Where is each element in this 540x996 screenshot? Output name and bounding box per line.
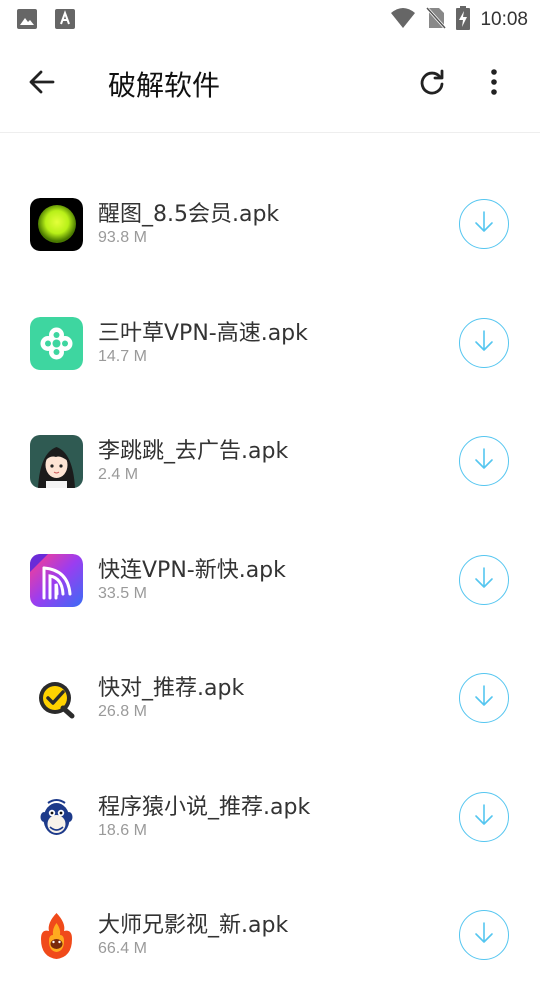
download-button[interactable] bbox=[459, 554, 509, 605]
file-name: 大师兄影视_新.apk bbox=[98, 913, 289, 938]
file-name: 李跳跳_去广告.apk bbox=[98, 439, 289, 464]
download-arrow-icon bbox=[471, 328, 497, 358]
download-button[interactable] bbox=[459, 791, 509, 842]
file-list: 醒图_8.5会员.apk 93.8 M 三叶草VPN-高速.apk 14.7 M… bbox=[0, 166, 540, 996]
more-vert-icon bbox=[490, 68, 498, 100]
status-bar: 10:08 bbox=[0, 0, 540, 36]
list-item[interactable]: 醒图_8.5会员.apk 93.8 M bbox=[0, 166, 540, 285]
list-item[interactable]: 大师兄影视_新.apk 66.4 M bbox=[0, 877, 540, 996]
arrow-back-icon bbox=[28, 68, 56, 100]
no-sim-icon bbox=[426, 6, 447, 34]
list-item[interactable]: 李跳跳_去广告.apk 2.4 M bbox=[0, 403, 540, 522]
image-notification-icon bbox=[16, 8, 38, 34]
more-options-button[interactable] bbox=[478, 66, 510, 102]
file-size: 26.8 M bbox=[98, 703, 147, 720]
refresh-icon bbox=[418, 68, 446, 100]
kuaidui-app-icon bbox=[30, 672, 83, 725]
file-size: 18.6 M bbox=[98, 821, 147, 839]
file-size: 2.4 M bbox=[98, 466, 139, 483]
file-name: 快对_推荐.apk bbox=[98, 676, 245, 701]
list-item[interactable]: 快对_推荐.apk 26.8 M bbox=[0, 640, 540, 759]
app-bar: 破解软件 bbox=[0, 36, 540, 133]
page-title: 破解软件 bbox=[108, 69, 221, 102]
file-size: 66.4 M bbox=[98, 940, 147, 957]
download-button[interactable] bbox=[459, 910, 509, 960]
download-arrow-icon bbox=[471, 802, 497, 832]
download-arrow-icon bbox=[471, 683, 497, 713]
list-item[interactable]: 快连VPN-新快.apk 33.5 M bbox=[0, 522, 540, 641]
download-arrow-icon bbox=[471, 209, 497, 239]
download-arrow-icon bbox=[471, 446, 497, 476]
refresh-button[interactable] bbox=[412, 66, 452, 102]
file-size: 33.5 M bbox=[98, 584, 147, 602]
file-name: 快连VPN-新快.apk bbox=[98, 557, 286, 583]
download-arrow-icon bbox=[471, 920, 497, 950]
download-arrow-icon bbox=[471, 565, 497, 595]
file-name: 程序猿小说_推荐.apk bbox=[98, 794, 311, 820]
font-notification-icon bbox=[54, 8, 76, 34]
list-item[interactable]: 三叶草VPN-高速.apk 14.7 M bbox=[0, 285, 540, 404]
file-size: 93.8 M bbox=[98, 229, 147, 246]
download-button[interactable] bbox=[459, 673, 509, 723]
back-button[interactable] bbox=[22, 66, 62, 102]
download-button[interactable] bbox=[459, 436, 509, 486]
clover-vpn-app-icon bbox=[30, 316, 83, 370]
chengxuyuan-app-icon bbox=[30, 790, 83, 844]
file-name: 三叶草VPN-高速.apk bbox=[98, 320, 308, 346]
xingtu-app-icon bbox=[30, 198, 83, 251]
wifi-icon bbox=[390, 7, 416, 33]
list-item[interactable]: 程序猿小说_推荐.apk 18.6 M bbox=[0, 759, 540, 878]
litiaotiao-app-icon bbox=[30, 435, 83, 488]
file-size: 14.7 M bbox=[98, 347, 147, 365]
letsvpn-app-icon bbox=[30, 553, 83, 607]
download-button[interactable] bbox=[459, 199, 509, 249]
battery-charging-icon bbox=[456, 6, 471, 34]
file-name: 醒图_8.5会员.apk bbox=[98, 202, 280, 227]
clock-time: 10:08 bbox=[480, 9, 528, 30]
dashixiong-app-icon bbox=[30, 909, 83, 962]
download-button[interactable] bbox=[459, 317, 509, 368]
